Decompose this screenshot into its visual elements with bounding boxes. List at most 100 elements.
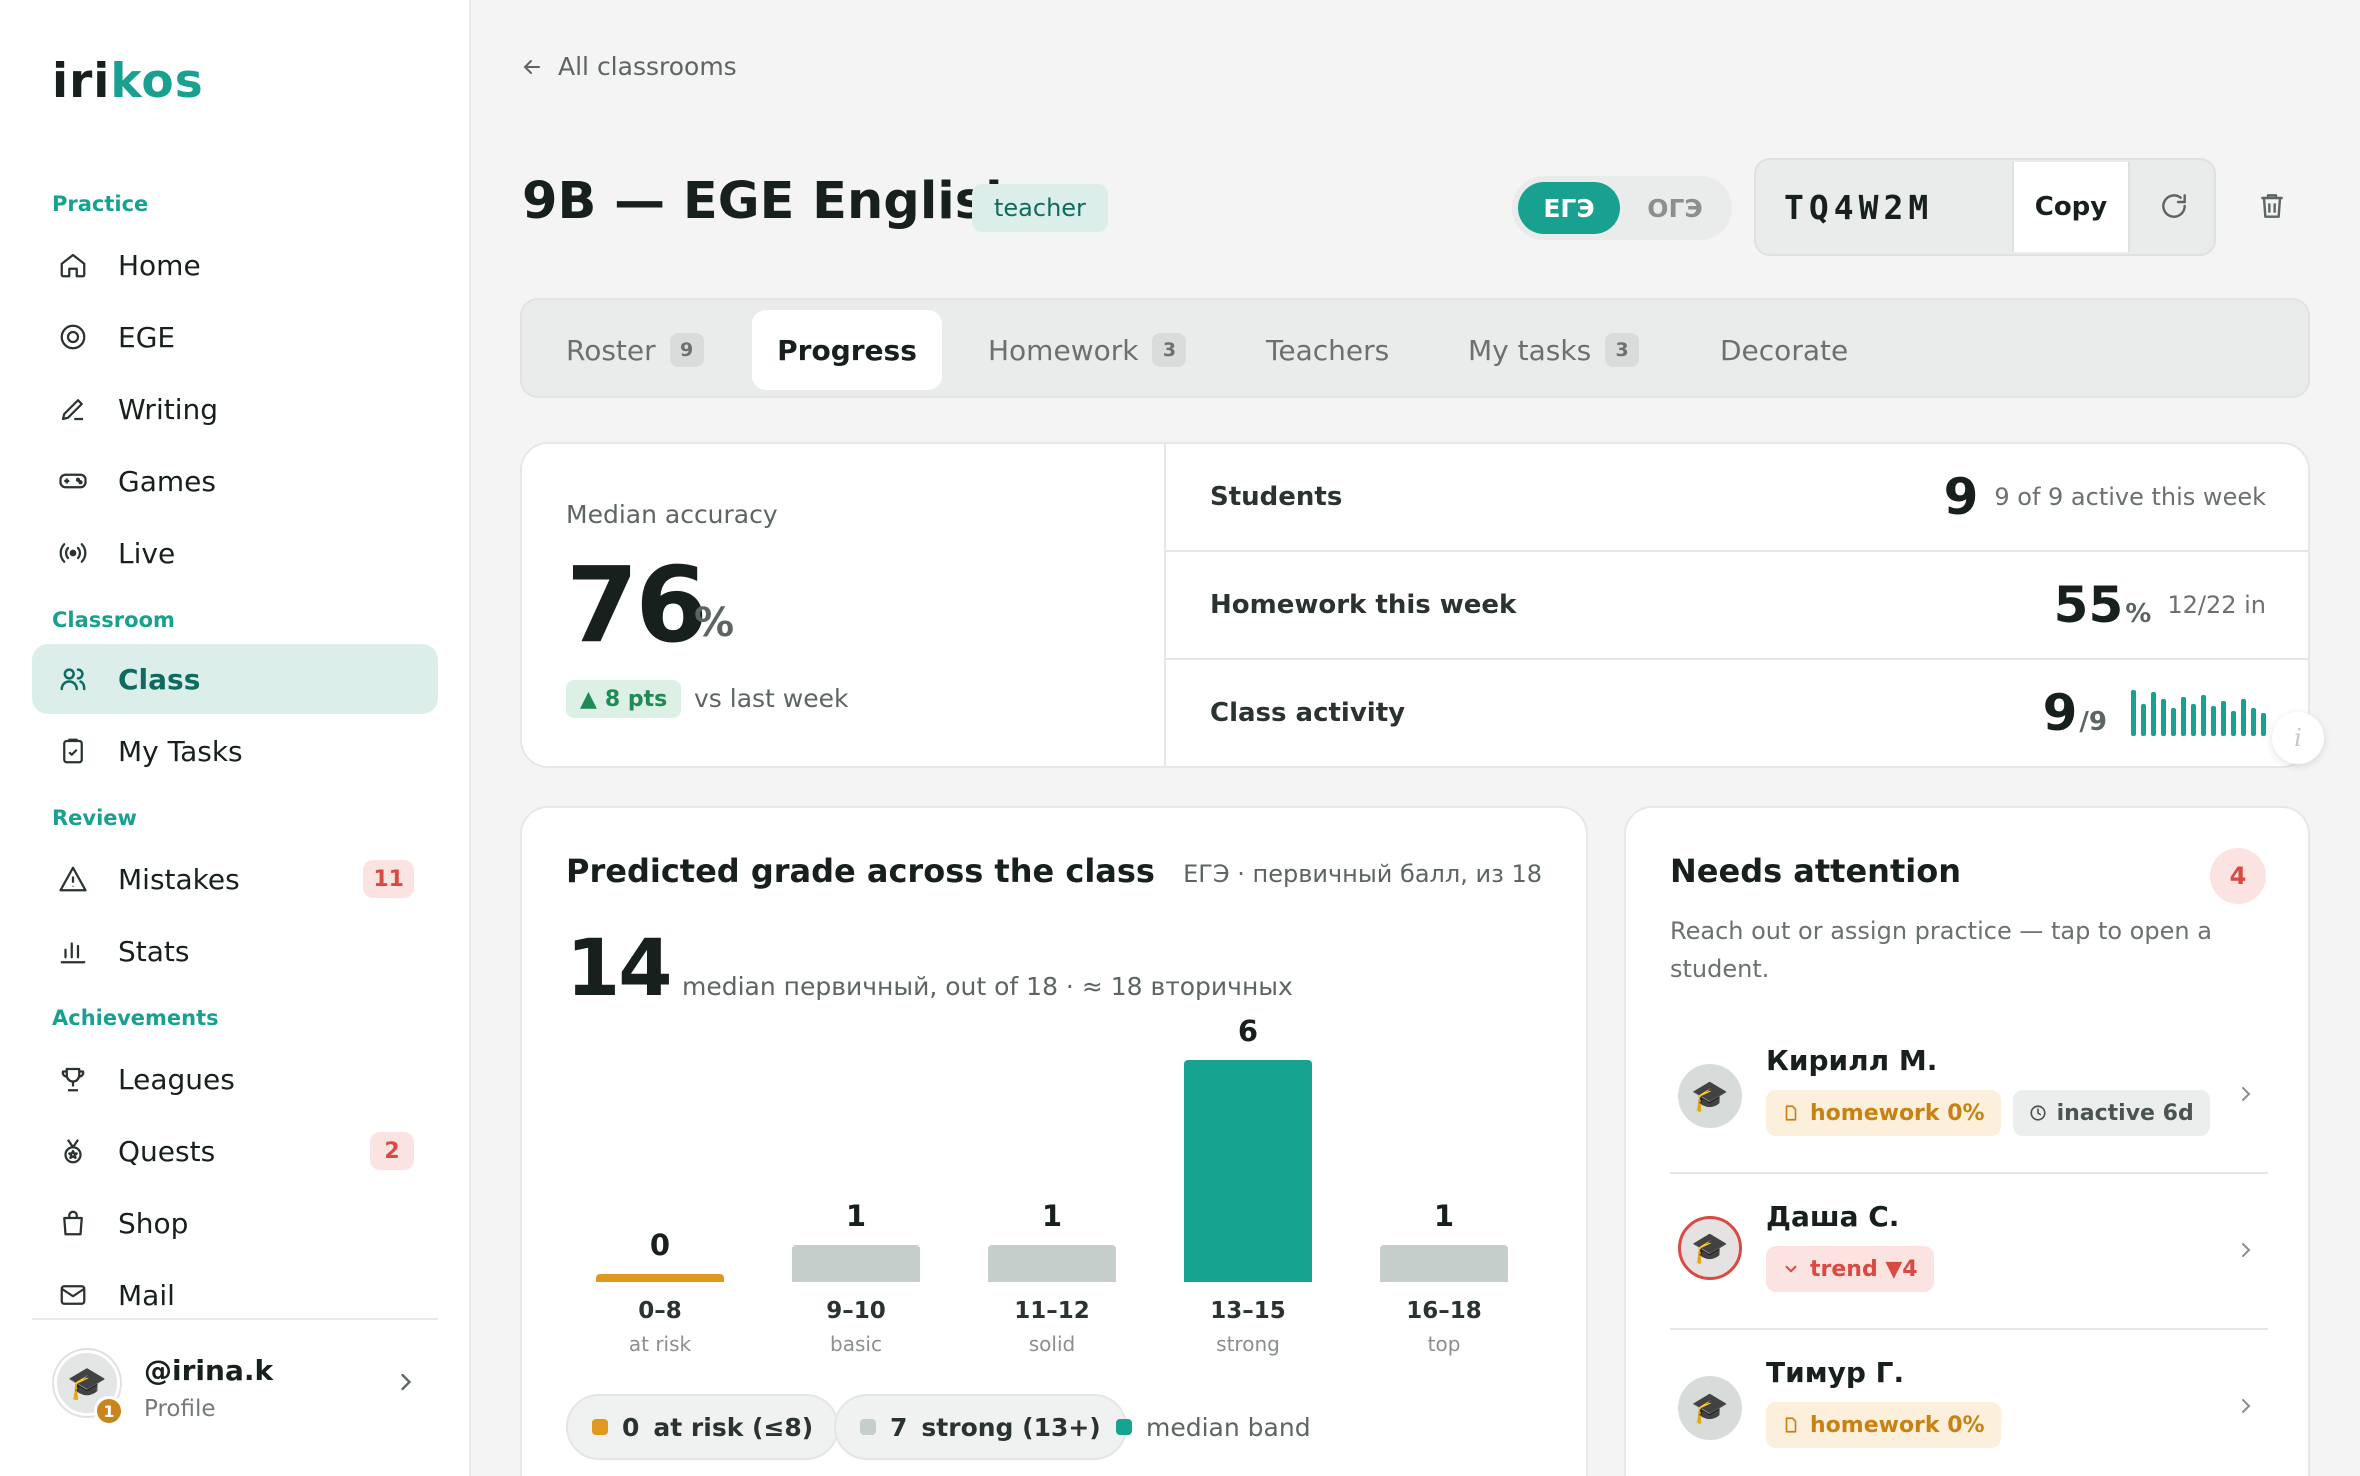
section-label-classroom: Classroom	[52, 608, 175, 632]
sidebar-item-live[interactable]: Live	[32, 518, 438, 588]
student-row[interactable]: 🎓 Кирилл М. homework 0% inactive 6d	[1670, 1018, 2268, 1174]
legend-median-band: median band	[1116, 1394, 1311, 1460]
attention-title: Needs attention	[1670, 852, 1961, 890]
tab-label: Homework	[988, 333, 1139, 367]
sidebar-item-mistakes[interactable]: Mistakes 11	[32, 844, 438, 914]
clock-icon	[2029, 1105, 2046, 1121]
sidebar-item-writing[interactable]: Writing	[32, 374, 438, 444]
legend-swatch	[1116, 1419, 1132, 1435]
file-icon	[1785, 1105, 1797, 1121]
chart-bar[interactable]	[1380, 1245, 1508, 1282]
legend-label: strong (13+)	[921, 1412, 1101, 1442]
status-tag: inactive 6d	[2012, 1090, 2210, 1136]
sidebar-item-stats[interactable]: Stats	[32, 916, 438, 986]
chart-bar[interactable]	[1184, 1060, 1312, 1282]
users-icon	[58, 664, 88, 694]
tab-my-tasks[interactable]: My tasks 3	[1468, 310, 1640, 390]
stat-row-activity: Class activity 9 /9	[1166, 660, 2310, 768]
sparkline-bar	[2181, 697, 2186, 736]
tag-label: homework 0%	[1810, 1100, 1985, 1126]
chart-bar[interactable]	[988, 1245, 1116, 1282]
trophy-icon	[58, 1064, 88, 1094]
tab-label: Decorate	[1720, 333, 1849, 367]
activity-sparkline	[2131, 690, 2266, 736]
sidebar-divider	[32, 1318, 438, 1320]
chart-bar[interactable]	[792, 1245, 920, 1282]
stat-value: 9	[1943, 468, 1979, 526]
bar-band-label: basic	[830, 1332, 882, 1356]
arrow-left-icon	[523, 59, 540, 74]
delta-badge: ▲ 8 pts	[566, 680, 682, 718]
legend-at-risk[interactable]: 0 at risk (≤8)	[566, 1394, 840, 1460]
chevron-right-icon	[401, 1373, 412, 1391]
attention-description: Reach out or assign practice — tap to op…	[1670, 917, 2212, 983]
sidebar-item-shop[interactable]: Shop	[32, 1188, 438, 1258]
legend-swatch	[860, 1419, 876, 1435]
exam-option-ege[interactable]: ЕГЭ	[1518, 182, 1620, 234]
predicted-grade-card: Predicted grade across the class ЕГЭ · п…	[520, 806, 1588, 1476]
tab-decorate[interactable]: Decorate	[1720, 310, 1848, 390]
sidebar-item-class[interactable]: Class	[32, 644, 438, 714]
sparkline-bar	[2191, 704, 2196, 736]
stat-sub: 9 of 9 active this week	[1994, 483, 2266, 511]
status-tag: homework 0%	[1766, 1402, 2001, 1448]
grade-distribution-chart: 0 0–8 at risk 1 9–10 basic 1 11–12 solid 6 13–15 st…	[522, 808, 1586, 1408]
bar-category-label: 13–15	[1210, 1298, 1286, 1324]
exam-option-oge[interactable]: ОГЭ	[1624, 182, 1726, 234]
sparkline-bar	[2141, 704, 2146, 736]
stat-unit: /9	[2079, 707, 2107, 737]
delta-caption: vs last week	[694, 684, 849, 713]
sparkline-bar	[2251, 708, 2256, 736]
tab-progress[interactable]: Progress	[752, 310, 942, 390]
student-row[interactable]: 🎓 Даша С. trend ▼4	[1670, 1174, 2268, 1330]
chart-bar[interactable]	[596, 1274, 724, 1282]
back-link-label: All classrooms	[558, 52, 737, 81]
info-icon[interactable]: i	[2272, 712, 2324, 764]
stat-row-students: Students 9 9 of 9 active this week	[1166, 444, 2310, 552]
trash-icon[interactable]	[2256, 190, 2288, 222]
profile-link[interactable]: 🎓 1 @irina.k Profile	[32, 1330, 438, 1440]
student-row[interactable]: 🎓 Тимур Г. homework 0%	[1670, 1330, 2268, 1476]
copy-button[interactable]: Copy	[2012, 162, 2130, 252]
tab-teachers[interactable]: Teachers	[1266, 310, 1389, 390]
sidebar-item-label: Shop	[118, 1206, 189, 1240]
sidebar-item-my-tasks[interactable]: My Tasks	[32, 716, 438, 786]
sidebar-item-home[interactable]: Home	[32, 230, 438, 300]
warning-icon	[58, 864, 88, 894]
chevron-right-icon	[2242, 1399, 2251, 1413]
bar-category-label: 9–10	[826, 1298, 886, 1324]
sidebar-item-quests[interactable]: Quests 2	[32, 1116, 438, 1186]
legend-swatch	[592, 1419, 608, 1435]
legend-strong[interactable]: 7 strong (13+)	[834, 1394, 1127, 1460]
stat-value: 55	[2053, 576, 2124, 634]
status-tag: trend ▼4	[1766, 1246, 1934, 1292]
clipboard-check-icon	[58, 736, 88, 766]
sidebar-item-label: Live	[118, 536, 176, 570]
sparkline-bar	[2151, 692, 2156, 736]
sidebar-item-ege[interactable]: EGE	[32, 302, 438, 372]
bar-value-label: 1	[845, 1199, 867, 1233]
sidebar-item-games[interactable]: Games	[32, 446, 438, 516]
exam-toggle[interactable]: ЕГЭ ОГЭ	[1512, 176, 1732, 240]
app-logo[interactable]: irikos	[52, 54, 204, 109]
refresh-icon[interactable]	[2158, 190, 2190, 222]
join-code[interactable]: TQ4W2M	[1784, 188, 1933, 227]
tab-label: Progress	[777, 333, 917, 367]
tab-homework[interactable]: Homework 3	[988, 310, 1187, 390]
sidebar-item-leagues[interactable]: Leagues	[32, 1044, 438, 1114]
section-label-review: Review	[52, 806, 137, 830]
sidebar-item-label: Quests	[118, 1134, 216, 1168]
tab-label: My tasks	[1468, 333, 1592, 367]
sparkline-bar	[2221, 701, 2226, 736]
back-link[interactable]: All classrooms	[520, 52, 737, 81]
median-accuracy-label: Median accuracy	[566, 500, 778, 529]
sparkline-bar	[2231, 711, 2236, 736]
chevron-right-icon	[2242, 1087, 2251, 1101]
median-accuracy-unit: %	[694, 600, 735, 646]
median-accuracy-panel: Median accuracy 76 % ▲ 8 pts vs last week	[522, 444, 1166, 766]
tag-label: inactive 6d	[2056, 1100, 2194, 1126]
tab-roster[interactable]: Roster 9	[566, 310, 704, 390]
sidebar-item-label: Leagues	[118, 1062, 235, 1096]
stat-sub: 12/22 in	[2167, 591, 2266, 619]
needs-attention-card: Needs attention 4 Reach out or assign pr…	[1624, 806, 2310, 1476]
